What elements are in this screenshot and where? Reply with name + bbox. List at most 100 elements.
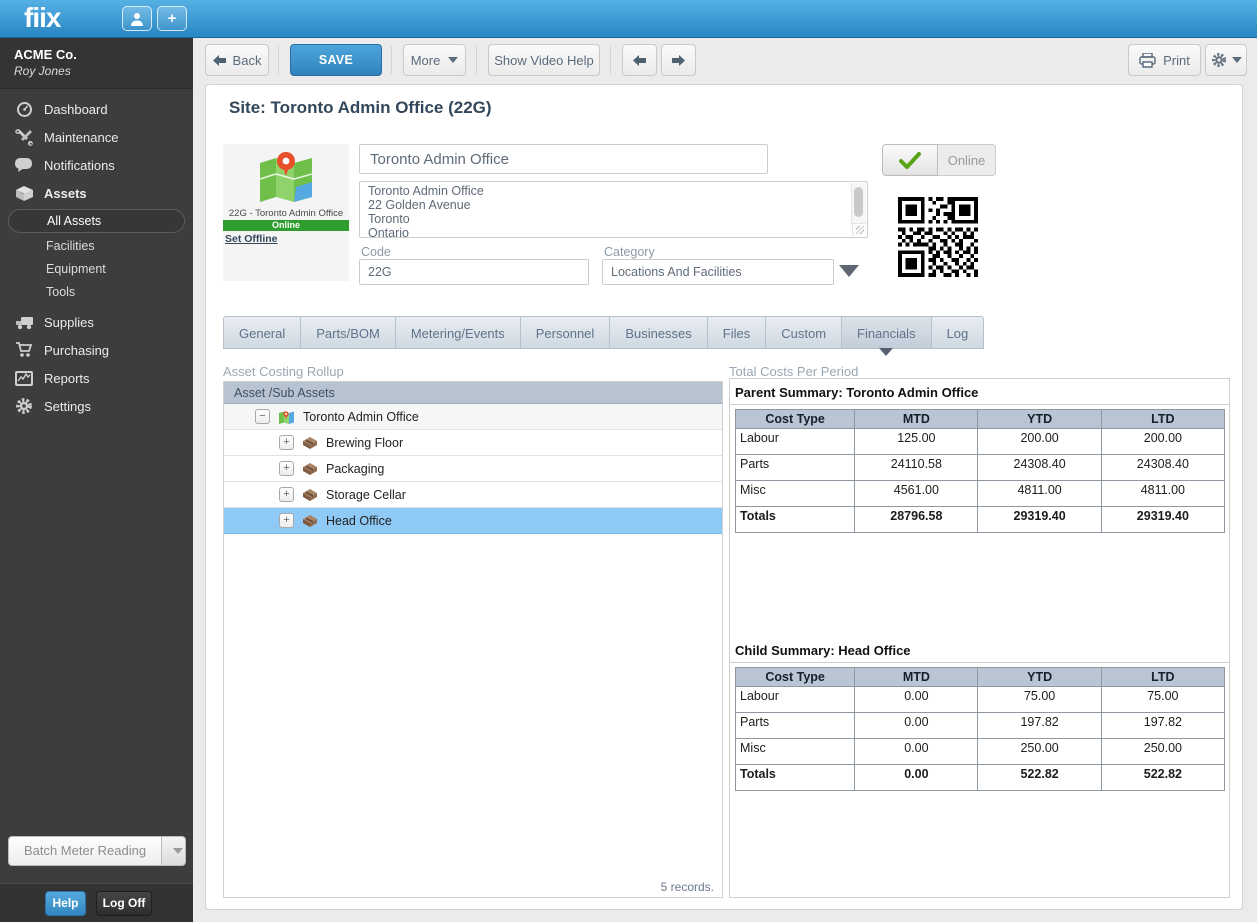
expand-button[interactable]: + <box>279 435 294 450</box>
tree-node-label: Storage Cellar <box>326 488 406 502</box>
parent-summary-heading: Parent Summary: Toronto Admin Office <box>730 379 1229 405</box>
back-arrow-icon <box>213 55 226 66</box>
set-offline-link[interactable]: Set Offline <box>225 233 278 245</box>
col-mtd: MTD <box>855 668 978 687</box>
col-ltd: LTD <box>1101 668 1224 687</box>
sidebar-item-tools[interactable]: Tools <box>0 281 193 304</box>
tab-personnel[interactable]: Personnel <box>521 316 611 349</box>
cell-mtd: 0.00 <box>855 765 978 791</box>
show-video-help-button[interactable]: Show Video Help <box>488 44 600 76</box>
print-button[interactable]: Print <box>1128 44 1201 76</box>
sidebar-item-assets[interactable]: Assets <box>0 179 193 207</box>
col-ltd: LTD <box>1101 410 1224 429</box>
right-arrow-icon <box>672 55 685 66</box>
address-line: Toronto Admin Office <box>368 184 845 198</box>
status-badge: Online <box>223 220 349 231</box>
sidebar-item-supplies[interactable]: Supplies <box>0 308 193 336</box>
expand-button[interactable]: + <box>279 461 294 476</box>
table-row: Misc 4561.00 4811.00 4811.00 <box>736 481 1225 507</box>
tab-custom[interactable]: Custom <box>766 316 842 349</box>
history-back-button[interactable] <box>622 44 657 76</box>
expand-button[interactable]: + <box>279 487 294 502</box>
cell-ytd: 75.00 <box>978 687 1101 713</box>
table-row: Parts 24110.58 24308.40 24308.40 <box>736 455 1225 481</box>
logoff-button[interactable]: Log Off <box>96 891 152 916</box>
tree-row-packaging[interactable]: + Packaging <box>224 456 722 482</box>
sidebar-item-label: Dashboard <box>44 102 108 117</box>
asset-address-textarea[interactable]: Toronto Admin Office 22 Golden Avenue To… <box>359 181 868 238</box>
batch-meter-reading-button[interactable]: Batch Meter Reading <box>8 836 186 866</box>
table-header-row: Cost Type MTD YTD LTD <box>736 668 1225 687</box>
online-toggle[interactable]: Online <box>882 144 996 176</box>
sidebar-item-all-assets[interactable]: All Assets <box>8 209 185 233</box>
tree-row-head-office[interactable]: + Head Office <box>224 508 722 534</box>
online-check-button[interactable] <box>882 144 938 176</box>
tab-parts-bom[interactable]: Parts/BOM <box>301 316 396 349</box>
table-row: Misc 0.00 250.00 250.00 <box>736 739 1225 765</box>
sidebar-item-equipment[interactable]: Equipment <box>0 258 193 281</box>
tab-financials[interactable]: Financials <box>842 316 932 349</box>
tab-general[interactable]: General <box>223 316 301 349</box>
textarea-scrollbar[interactable] <box>851 183 866 224</box>
category-dropdown-icon[interactable] <box>839 265 859 277</box>
tab-files[interactable]: Files <box>708 316 766 349</box>
tab-bar: General Parts/BOM Metering/Events Person… <box>223 316 984 349</box>
scrollbar-thumb[interactable] <box>854 187 863 217</box>
help-button[interactable]: Help <box>45 891 86 916</box>
asset-name-input[interactable] <box>359 144 768 174</box>
sidebar-item-label: Supplies <box>44 315 94 330</box>
asset-thumb-caption: 22G - Toronto Admin Office <box>223 208 349 219</box>
tab-log[interactable]: Log <box>932 316 985 349</box>
sidebar-item-notifications[interactable]: Notifications <box>0 151 193 179</box>
asset-tree-panel: Asset /Sub Assets − Toronto Admin Office… <box>223 381 723 898</box>
batch-meter-reading-label: Batch Meter Reading <box>8 836 162 866</box>
tab-businesses[interactable]: Businesses <box>610 316 707 349</box>
map-thumbnail-icon[interactable] <box>256 149 316 207</box>
save-button[interactable]: SAVE <box>290 44 382 76</box>
col-ytd: YTD <box>978 410 1101 429</box>
cell-ltd: 522.82 <box>1101 765 1224 791</box>
cell-ytd: 200.00 <box>978 429 1101 455</box>
settings-dropdown-button[interactable] <box>1205 44 1247 76</box>
sidebar-item-settings[interactable]: Settings <box>0 392 193 420</box>
collapse-button[interactable]: − <box>255 409 270 424</box>
sidebar-item-facilities[interactable]: Facilities <box>0 235 193 258</box>
table-totals-row: Totals 28796.58 29319.40 29319.40 <box>736 507 1225 533</box>
add-new-button[interactable]: + <box>157 6 187 31</box>
cell-mtd: 4561.00 <box>855 481 978 507</box>
cell-ltd: 24308.40 <box>1101 455 1224 481</box>
category-input[interactable] <box>602 259 834 285</box>
building-icon <box>302 462 318 475</box>
more-label: More <box>411 53 441 68</box>
history-forward-button[interactable] <box>661 44 696 76</box>
asset-thumbnail-card: 22G - Toronto Admin Office Online Set Of… <box>223 144 349 281</box>
sidebar-item-dashboard[interactable]: Dashboard <box>0 95 193 123</box>
expand-button[interactable]: + <box>279 513 294 528</box>
tree-row-toronto-admin-office[interactable]: − Toronto Admin Office <box>224 404 722 430</box>
sidebar-item-reports[interactable]: Reports <box>0 364 193 392</box>
sidebar-item-maintenance[interactable]: Maintenance <box>0 123 193 151</box>
tree-row-brewing-floor[interactable]: + Brewing Floor <box>224 430 722 456</box>
sidebar-item-purchasing[interactable]: Purchasing <box>0 336 193 364</box>
child-summary-heading: Child Summary: Head Office <box>730 637 1229 663</box>
cell-mtd: 0.00 <box>855 739 978 765</box>
col-cost-type: Cost Type <box>736 410 855 429</box>
batch-dropdown-toggle[interactable] <box>162 836 186 866</box>
toolbar: Back SAVE More Show Video Help Print <box>193 44 1257 78</box>
tree-row-storage-cellar[interactable]: + Storage Cellar <box>224 482 722 508</box>
fiix-logo: fiix <box>24 2 60 34</box>
more-button[interactable]: More <box>403 44 466 76</box>
costs-panel: Parent Summary: Toronto Admin Office Cos… <box>729 378 1230 898</box>
active-tab-pointer <box>879 348 893 356</box>
code-input[interactable] <box>359 259 589 285</box>
tree-node-label: Head Office <box>326 514 392 528</box>
cell-cost-type: Misc <box>736 481 855 507</box>
user-account-button[interactable] <box>122 6 152 31</box>
sidebar-item-label: Settings <box>44 399 91 414</box>
back-button[interactable]: Back <box>205 44 269 76</box>
textarea-resize-handle[interactable] <box>852 223 866 236</box>
main-area: Back SAVE More Show Video Help Print Sit… <box>193 38 1257 922</box>
tab-metering-events[interactable]: Metering/Events <box>396 316 521 349</box>
cell-cost-type: Parts <box>736 713 855 739</box>
cell-ltd: 197.82 <box>1101 713 1224 739</box>
